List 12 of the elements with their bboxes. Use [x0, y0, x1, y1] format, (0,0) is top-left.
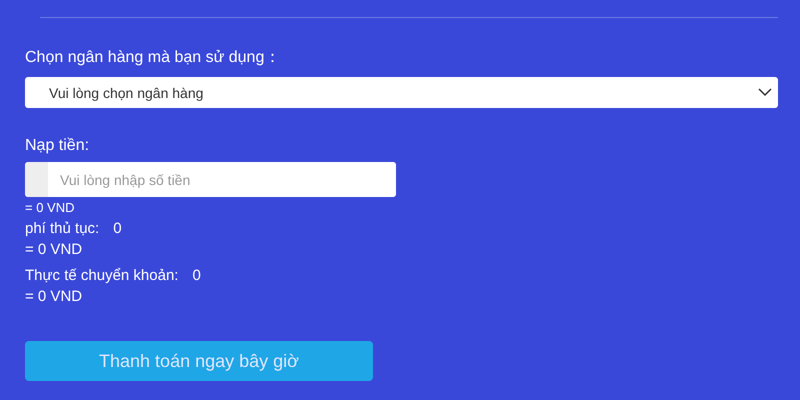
- summary-value: 0: [192, 266, 201, 286]
- amount-field[interactable]: Vui lòng nhập số tiền: [25, 162, 396, 197]
- summary-value: 0: [113, 219, 122, 239]
- bank-select[interactable]: Vui lòng chọn ngân hàng: [25, 77, 778, 108]
- bank-label: Chọn ngân hàng mà bạn sử dụng：: [25, 48, 280, 68]
- converted-amount: = 0 VND: [25, 240, 84, 260]
- summary-label: Thực tế chuyển khoản:: [25, 266, 178, 286]
- deposit-label: Nạp tiền:: [25, 136, 90, 156]
- summary-label: phí thủ tục:: [25, 219, 100, 239]
- chevron-down-icon: [758, 88, 772, 97]
- converted-amount: = 0 VND: [25, 287, 84, 307]
- converted-amount: = 0 VND: [25, 199, 76, 216]
